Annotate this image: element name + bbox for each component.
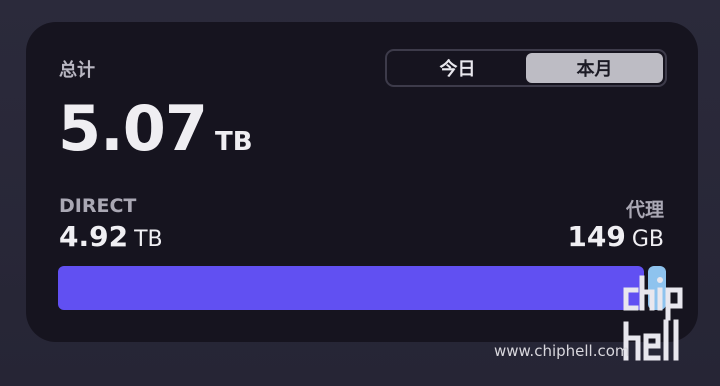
proxy-label: 代理 bbox=[625, 199, 664, 221]
proxy-value: 149 GB bbox=[567, 220, 664, 253]
proxy-number: 149 bbox=[567, 220, 626, 253]
total-label: 总计 bbox=[59, 60, 95, 81]
usage-bar bbox=[58, 266, 666, 310]
direct-number: 4.92 bbox=[59, 220, 129, 253]
period-month-button[interactable]: 本月 bbox=[526, 53, 663, 83]
usage-bar-direct-segment bbox=[58, 266, 644, 310]
period-today-button[interactable]: 今日 bbox=[389, 53, 526, 83]
total-number: 5.07 bbox=[58, 92, 208, 165]
direct-value: 4.92 TB bbox=[59, 220, 163, 253]
watermark-text: www.chiphell.com bbox=[494, 342, 630, 360]
direct-label: DIRECT bbox=[59, 195, 137, 217]
chiphell-logo bbox=[623, 275, 683, 361]
proxy-unit: GB bbox=[631, 227, 664, 252]
total-unit: TB bbox=[214, 127, 253, 157]
period-segmented-control: 今日 本月 bbox=[385, 49, 667, 87]
total-value: 5.07 TB bbox=[58, 92, 253, 165]
direct-unit: TB bbox=[134, 227, 163, 252]
